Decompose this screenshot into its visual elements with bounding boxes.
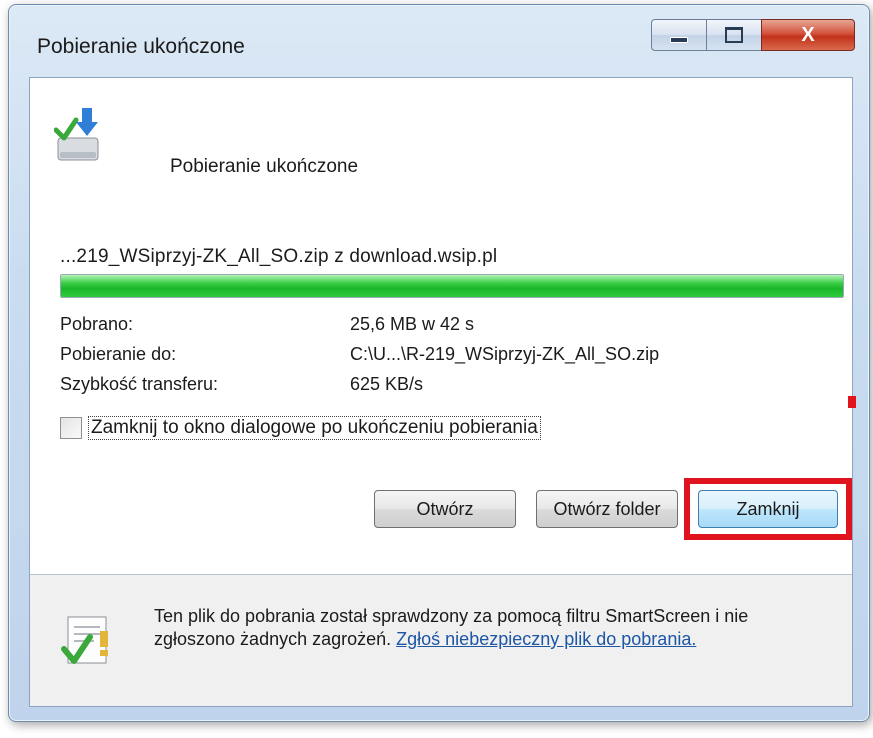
downloaded-value: 25,6 MB w 42 s bbox=[350, 314, 475, 334]
download-complete-dialog: Pobieranie ukończone X Pobieranie ukończ… bbox=[8, 4, 870, 722]
minimize-icon bbox=[670, 37, 688, 43]
report-unsafe-file-link[interactable]: Zgłoś niebezpieczny plik do pobrania. bbox=[396, 629, 696, 649]
maximize-button[interactable] bbox=[706, 19, 761, 51]
open-folder-button[interactable]: Otwórz folder bbox=[536, 490, 678, 528]
speed-value: 625 KB/s bbox=[350, 374, 424, 394]
window-title: Pobieranie ukończone bbox=[37, 35, 245, 58]
close-icon: X bbox=[801, 23, 815, 46]
download-filename: ...219_WSiprzyj-ZK_All_SO.zip z download… bbox=[60, 246, 498, 267]
smartscreen-footer: Ten plik do pobrania został sprawdzony z… bbox=[30, 575, 852, 706]
close-on-complete-option[interactable]: Zamknij to okno dialogowe po ukończeniu … bbox=[60, 416, 541, 440]
window-controls: X bbox=[651, 19, 855, 51]
maximize-icon bbox=[725, 27, 743, 43]
dialog-content: Pobieranie ukończone ...219_WSiprzyj-ZK_… bbox=[29, 77, 856, 707]
speed-label: Szybkość transferu: bbox=[60, 374, 219, 394]
header-text: Pobieranie ukończone bbox=[170, 156, 359, 177]
close-on-complete-checkbox[interactable] bbox=[60, 417, 82, 439]
smartscreen-message: Ten plik do pobrania został sprawdzony z… bbox=[154, 605, 834, 651]
minimize-button[interactable] bbox=[651, 19, 706, 51]
download-complete-icon bbox=[54, 108, 99, 161]
download-progress-bar bbox=[60, 274, 844, 298]
destination-label: Pobieranie do: bbox=[60, 344, 177, 364]
downloaded-label: Pobrano: bbox=[60, 314, 134, 334]
progress-fill bbox=[61, 275, 843, 297]
red-annotation-mark bbox=[848, 396, 856, 408]
title-bar[interactable]: Pobieranie ukończone X bbox=[9, 5, 869, 77]
close-button-highlight bbox=[684, 478, 852, 540]
smartscreen-shield-icon bbox=[61, 616, 108, 664]
destination-value: C:\U...\R-219_WSiprzyj-ZK_All_SO.zip bbox=[350, 344, 660, 364]
open-button[interactable]: Otwórz bbox=[374, 490, 516, 528]
close-on-complete-label[interactable]: Zamknij to okno dialogowe po ukończeniu … bbox=[88, 416, 541, 440]
close-window-button[interactable]: X bbox=[761, 19, 855, 51]
